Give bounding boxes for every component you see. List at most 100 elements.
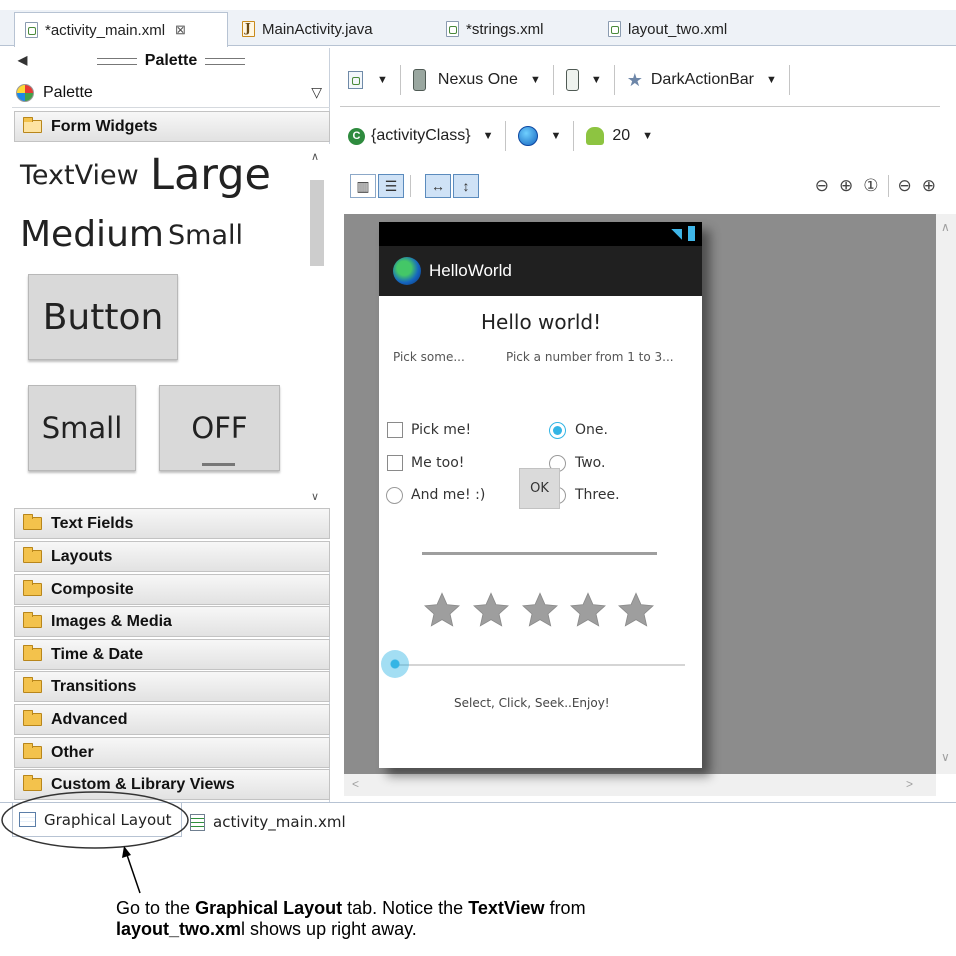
theme-selector[interactable]: ★ DarkActionBar ▼ [619, 65, 785, 95]
close-icon[interactable]: ⊠ [175, 22, 186, 38]
dropdown-arrow-icon: ▼ [766, 74, 777, 86]
category-form-widgets[interactable]: Form Widgets [14, 111, 330, 142]
stacked-layout-icon[interactable]: ☰ [378, 174, 404, 198]
rating-star-icon[interactable] [568, 590, 608, 630]
category-label: Time & Date [51, 645, 144, 663]
locale-selector[interactable]: ▼ [510, 121, 569, 151]
category-other[interactable]: Other [14, 737, 330, 768]
checkbox-pick-me[interactable] [387, 422, 403, 438]
seekbar-track[interactable] [395, 664, 685, 666]
hello-heading: Hello world! [481, 310, 602, 334]
tab-layout-two-xml[interactable]: layout_two.xml [598, 12, 778, 46]
widget-large-text[interactable]: Large [150, 150, 271, 200]
scrollbar-thumb[interactable] [310, 180, 324, 266]
battery-icon [688, 226, 695, 241]
device-preview[interactable]: ◥ HelloWorld Hello world! Pick some... P… [379, 222, 702, 768]
tab-label: MainActivity.java [262, 20, 373, 38]
category-composite[interactable]: Composite [14, 574, 330, 605]
seekbar-thumb[interactable] [381, 650, 409, 678]
tab-mainactivity-java[interactable]: MainActivity.java [232, 12, 428, 46]
tab-activity-main-xml[interactable]: *activity_main.xml ⊠ [14, 12, 228, 47]
zoom-fit-icon[interactable]: ⊕ [839, 176, 853, 196]
canvas-vertical-scrollbar[interactable]: ∧ ∨ [936, 214, 956, 774]
rating-star-icon[interactable] [471, 590, 511, 630]
scroll-up-icon[interactable]: ∧ [941, 220, 950, 234]
category-advanced[interactable]: Advanced [14, 704, 330, 735]
folder-icon [23, 710, 42, 726]
scroll-down-icon[interactable]: ∨ [941, 750, 950, 764]
tab-label: *activity_main.xml [45, 21, 166, 39]
checkbox-label: Pick me! [411, 422, 472, 438]
scroll-right-icon[interactable]: > [906, 777, 913, 791]
tab-label: activity_main.xml [213, 813, 346, 831]
tab-strings-xml[interactable]: *strings.xml [436, 12, 596, 46]
device-selector[interactable]: Nexus One ▼ [405, 65, 549, 95]
fill-width-icon[interactable]: ↔ [425, 174, 451, 198]
zoom-in-icon[interactable]: ⊕ [922, 176, 936, 196]
palette-icon [16, 83, 34, 102]
tab-label: Graphical Layout [44, 810, 172, 829]
palette-header[interactable]: ◀ Palette [12, 48, 330, 74]
radio-label: Two. [575, 455, 606, 471]
rating-star-icon[interactable] [520, 590, 560, 630]
folder-icon [23, 612, 42, 628]
api-level-selector[interactable]: 20 ▼ [578, 121, 661, 151]
scroll-down-icon[interactable]: ∨ [311, 490, 319, 503]
grip-lines [96, 57, 137, 65]
widget-small-text[interactable]: Small [168, 220, 243, 251]
category-custom-library-views[interactable]: Custom & Library Views [14, 769, 330, 800]
category-images-media[interactable]: Images & Media [14, 606, 330, 637]
fill-height-icon[interactable]: ↕ [453, 174, 479, 198]
category-label: Form Widgets [51, 117, 158, 135]
widget-button[interactable]: Button [28, 274, 178, 360]
phone-icon [412, 69, 426, 91]
category-label: Composite [51, 580, 134, 598]
toolbar-separator [410, 175, 411, 197]
tab-graphical-layout[interactable]: Graphical Layout [12, 803, 182, 837]
orientation-selector[interactable]: ▼ [558, 65, 610, 95]
radio-one[interactable] [549, 422, 566, 439]
zoom-100-icon[interactable]: ① [863, 176, 878, 196]
rating-star-icon[interactable] [422, 590, 462, 630]
dropdown-arrow-icon: ▼ [377, 74, 388, 86]
tab-xml-source[interactable]: activity_main.xml [184, 807, 354, 837]
zoom-out-icon[interactable]: ⊖ [898, 176, 912, 196]
activity-selector[interactable]: C {activityClass} ▼ [340, 121, 501, 151]
layout-file-icon [348, 71, 363, 89]
category-transitions[interactable]: Transitions [14, 671, 330, 702]
caption-bold: TextView [468, 898, 545, 918]
checkbox-me-too[interactable] [387, 455, 403, 471]
view-toolbar: ▥ ☰ ↔ ↕ ⊖ ⊕ ① ⊖ ⊕ [340, 168, 956, 204]
status-bar: ◥ [379, 222, 702, 246]
grip-lines [205, 57, 246, 65]
widget-textview[interactable]: TextView [20, 160, 139, 191]
widget-button-label: Button [42, 296, 164, 338]
radio-and-me[interactable] [386, 487, 403, 504]
scroll-left-icon[interactable]: < [352, 777, 359, 791]
canvas-horizontal-scrollbar[interactable]: < > [344, 774, 936, 796]
category-time-date[interactable]: Time & Date [14, 639, 330, 670]
wifi-icon: ◥ [671, 225, 682, 241]
palette-scrollbar[interactable]: ∧ ∨ [306, 150, 328, 503]
folder-icon [23, 775, 42, 791]
app-globe-icon [393, 257, 421, 285]
scroll-up-icon[interactable]: ∧ [311, 150, 319, 163]
widget-toggle-button[interactable]: OFF [159, 385, 280, 471]
category-label: Advanced [51, 710, 128, 728]
chevron-down-icon[interactable]: ▽ [311, 84, 322, 101]
ok-button[interactable]: OK [519, 468, 560, 509]
category-layouts[interactable]: Layouts [14, 541, 330, 572]
widget-medium-text[interactable]: Medium [20, 214, 164, 255]
widget-small-button-label: Small [41, 411, 123, 445]
category-text-fields[interactable]: Text Fields [14, 508, 330, 539]
dropdown-arrow-icon: ▼ [590, 74, 602, 86]
collapse-left-icon[interactable]: ◀ [18, 53, 27, 67]
palette-selector-label: Palette [43, 83, 93, 101]
category-label: Transitions [51, 677, 137, 695]
zoom-actual-icon[interactable]: ⊖ [815, 176, 829, 196]
widget-small-button[interactable]: Small [28, 385, 136, 471]
palette-selector[interactable]: Palette ▽ [12, 78, 330, 108]
rating-star-icon[interactable] [616, 590, 656, 630]
config-chooser[interactable]: ▼ [340, 65, 396, 95]
side-by-side-icon[interactable]: ▥ [350, 174, 376, 198]
